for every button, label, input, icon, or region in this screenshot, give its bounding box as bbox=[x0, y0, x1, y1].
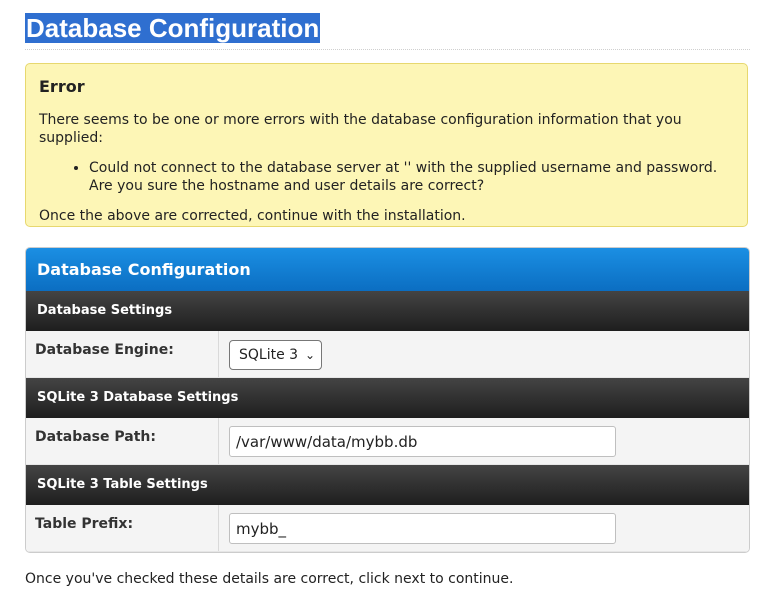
error-list-item: Could not connect to the database server… bbox=[89, 159, 734, 195]
database-path-row: Database Path: bbox=[26, 418, 749, 465]
error-list: Could not connect to the database server… bbox=[39, 159, 734, 195]
table-prefix-cell bbox=[219, 505, 749, 551]
database-engine-row: Database Engine: SQLite 3 ⌄ bbox=[26, 331, 749, 378]
database-engine-label: Database Engine: bbox=[26, 331, 219, 377]
database-path-cell bbox=[219, 418, 749, 464]
page-title-container: Database Configuration bbox=[25, 13, 750, 50]
section-sqlite-database-settings: SQLite 3 Database Settings bbox=[26, 378, 749, 418]
chevron-down-icon: ⌄ bbox=[304, 348, 315, 362]
error-box: Error There seems to be one or more erro… bbox=[25, 63, 748, 227]
section-sqlite-table-settings: SQLite 3 Table Settings bbox=[26, 465, 749, 505]
database-config-panel: Database Configuration Database Settings… bbox=[25, 247, 750, 553]
database-path-input[interactable] bbox=[229, 426, 616, 457]
page-title: Database Configuration bbox=[25, 13, 321, 43]
database-engine-selected: SQLite 3 bbox=[239, 347, 299, 363]
panel-title: Database Configuration bbox=[26, 248, 749, 291]
footer-instructions: Once you've checked these details are co… bbox=[25, 571, 514, 587]
table-prefix-label: Table Prefix: bbox=[26, 505, 219, 551]
error-outro: Once the above are corrected, continue w… bbox=[39, 208, 466, 224]
error-intro: There seems to be one or more errors wit… bbox=[39, 112, 682, 146]
table-prefix-row: Table Prefix: bbox=[26, 505, 749, 552]
database-path-label: Database Path: bbox=[26, 418, 219, 464]
database-engine-cell: SQLite 3 ⌄ bbox=[219, 331, 749, 377]
database-engine-select[interactable]: SQLite 3 ⌄ bbox=[229, 340, 322, 370]
error-title: Error bbox=[39, 77, 85, 96]
table-prefix-input[interactable] bbox=[229, 513, 616, 544]
section-database-settings: Database Settings bbox=[26, 291, 749, 331]
